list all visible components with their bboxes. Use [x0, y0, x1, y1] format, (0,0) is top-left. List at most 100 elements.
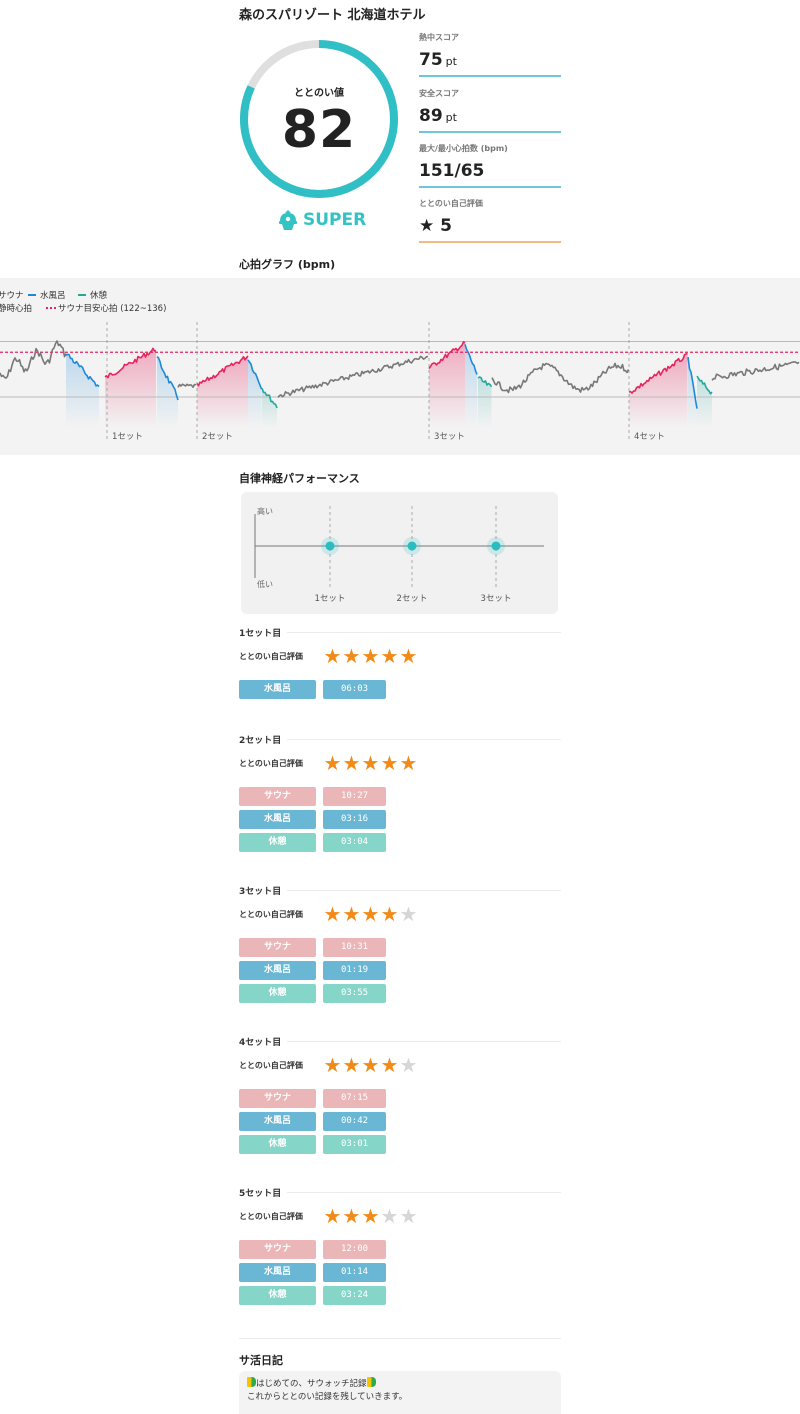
score-value: 151/65 — [419, 161, 485, 181]
legend-label: サウナ目安心拍 (122~136) — [58, 303, 166, 314]
phase-name-pill: 休憩 — [239, 1135, 316, 1154]
data-point — [491, 541, 501, 551]
star-rating: ★ ★ ★ ★ ★ — [323, 904, 418, 924]
rating-row: ととのい自己評価 ★ ★ ★ ★ ★ — [239, 753, 561, 775]
heart-rate-line — [491, 362, 630, 394]
score-underline — [419, 186, 561, 188]
self-rating-score: ととのい自己評価 ★ 5 — [419, 198, 561, 243]
heart-rate-range: 最大/最小心拍数 (bpm) 151/65 — [419, 143, 561, 188]
beginner-mark-icon — [247, 1377, 256, 1387]
phase-row: 水風呂 00:42 — [239, 1112, 561, 1131]
star-filled-icon: ★ — [342, 1053, 361, 1077]
star-filled-icon: ★ — [323, 751, 342, 775]
safety-score: 安全スコア 89 pt — [419, 88, 561, 133]
set-block: 2セット目 ととのい自己評価 ★ ★ ★ ★ ★ サウナ 10:27 水風呂 03:16 休憩 03:0… — [239, 733, 561, 856]
phase-row: 水風呂 03:16 — [239, 810, 561, 829]
star-rating: ★ ★ ★ ★ ★ — [323, 646, 418, 666]
phase-row: 水風呂 01:14 — [239, 1263, 561, 1282]
star-filled-icon: ★ — [399, 644, 418, 668]
phase-name-pill: 水風呂 — [239, 810, 316, 829]
badge-icon — [279, 210, 297, 230]
heart-rate-line — [177, 383, 197, 388]
legend-label: サウナ — [0, 291, 24, 301]
star-filled-icon: ★ — [323, 1204, 342, 1228]
totonoi-value: 82 — [281, 100, 357, 160]
x-axis-label: 3セット — [434, 432, 465, 442]
rank-label: SUPER — [303, 210, 367, 230]
phase-name-pill: サウナ — [239, 787, 316, 806]
autonomic-plot: 高い低い 1セット 2セット 3セット — [254, 506, 544, 604]
rating-label: ととのい自己評価 — [239, 652, 303, 661]
phase-name-pill: 休憩 — [239, 984, 316, 1003]
rating-row: ととのい自己評価 ★ ★ ★ ★ ★ — [239, 904, 561, 926]
divider — [239, 1338, 561, 1339]
phase-row: 水風呂 01:19 — [239, 961, 561, 980]
phase-fill — [66, 354, 99, 428]
score-value: 75 — [419, 50, 443, 70]
rating-label: ととのい自己評価 — [239, 1061, 303, 1070]
heart-rate-graph-title: 心拍グラフ (bpm) — [239, 258, 336, 271]
phase-duration-pill: 03:16 — [323, 810, 386, 829]
x-axis-label: 2セット — [397, 594, 428, 604]
star-filled-icon: ★ — [361, 902, 380, 926]
score-value: ★ 5 — [419, 216, 452, 236]
data-point — [325, 541, 335, 551]
x-axis-label: 2セット — [202, 432, 233, 442]
phase-duration-pill: 01:19 — [323, 961, 386, 980]
score-underline — [419, 241, 561, 243]
diary-line-2: これからととのい記録を残していきます。 — [247, 1392, 408, 1402]
star-filled-icon: ★ — [380, 644, 399, 668]
beginner-mark-icon — [366, 1377, 376, 1387]
set-block: 3セット目 ととのい自己評価 ★ ★ ★ ★ ★ サウナ 10:31 水風呂 01:19 休憩 03:5… — [239, 884, 561, 1007]
phase-row: サウナ 10:31 — [239, 938, 561, 957]
phase-duration-pill: 03:04 — [323, 833, 386, 852]
y-label-high: 高い — [257, 506, 273, 516]
score-label: 最大/最小心拍数 (bpm) — [419, 144, 508, 153]
star-filled-icon: ★ — [342, 1204, 361, 1228]
phase-row: サウナ 07:15 — [239, 1089, 561, 1108]
star-empty-icon: ★ — [399, 902, 418, 926]
phase-name-pill: 休憩 — [239, 1286, 316, 1305]
divider — [287, 632, 561, 633]
phase-fill — [629, 353, 688, 428]
diary-line-1: はじめての、サウォッチ記録 — [256, 1379, 367, 1389]
set-title: 4セット目 — [239, 1038, 282, 1048]
heat-score: 熱中スコア 75 pt — [419, 32, 561, 77]
phase-duration-pill: 12:00 — [323, 1240, 386, 1259]
phase-duration-pill: 10:31 — [323, 938, 386, 957]
score-underline — [419, 131, 561, 133]
star-filled-icon: ★ — [380, 1053, 399, 1077]
phase-duration-pill: 01:14 — [323, 1263, 386, 1282]
x-axis-label: 1セット — [315, 594, 346, 604]
star-empty-icon: ★ — [399, 1204, 418, 1228]
heart-rate-plot: サウナ 水風呂 休憩静時心拍 サウナ目安心拍 (122~136) 1セット 2セット 3セ… — [0, 290, 800, 442]
star-filled-icon: ★ — [361, 751, 380, 775]
heart-rate-line — [0, 340, 67, 379]
legend-label: 静時心拍 — [0, 303, 32, 314]
diary-title: サ活日記 — [239, 1354, 283, 1367]
divider — [287, 1041, 561, 1042]
phase-fill — [465, 344, 477, 428]
autonomic-title: 自律神経パフォーマンス — [239, 472, 360, 485]
set-title: 3セット目 — [239, 887, 282, 897]
star-filled-icon: ★ — [342, 902, 361, 926]
score-unit: pt — [445, 111, 457, 124]
heart-rate-line — [277, 355, 429, 398]
phase-duration-pill: 00:42 — [323, 1112, 386, 1131]
phase-row: 休憩 03:24 — [239, 1286, 561, 1305]
x-axis-label: 4セット — [634, 432, 665, 442]
phase-name-pill: 水風呂 — [239, 680, 316, 699]
phase-duration-pill: 03:01 — [323, 1135, 386, 1154]
phase-row: 水風呂 06:03 — [239, 680, 561, 699]
diary-entry[interactable]: はじめての、サウォッチ記録 これからととのい記録を残していきます。 — [239, 1371, 561, 1414]
star-rating: ★ ★ ★ ★ ★ — [323, 1055, 418, 1075]
facility-name: 森のスパリゾート 北海道ホテル — [239, 8, 426, 23]
x-axis-label: 1セット — [112, 432, 143, 442]
autonomic-chart: 高い 低い 1セット 2セット 3セット — [241, 492, 558, 614]
score-label: 安全スコア — [419, 89, 459, 98]
star-empty-icon: ★ — [399, 1053, 418, 1077]
star-filled-icon: ★ — [342, 644, 361, 668]
totonoi-gauge: ととのい値 82 — [238, 38, 400, 200]
x-axis-label: 3セット — [481, 594, 512, 604]
score-unit: pt — [445, 55, 457, 68]
